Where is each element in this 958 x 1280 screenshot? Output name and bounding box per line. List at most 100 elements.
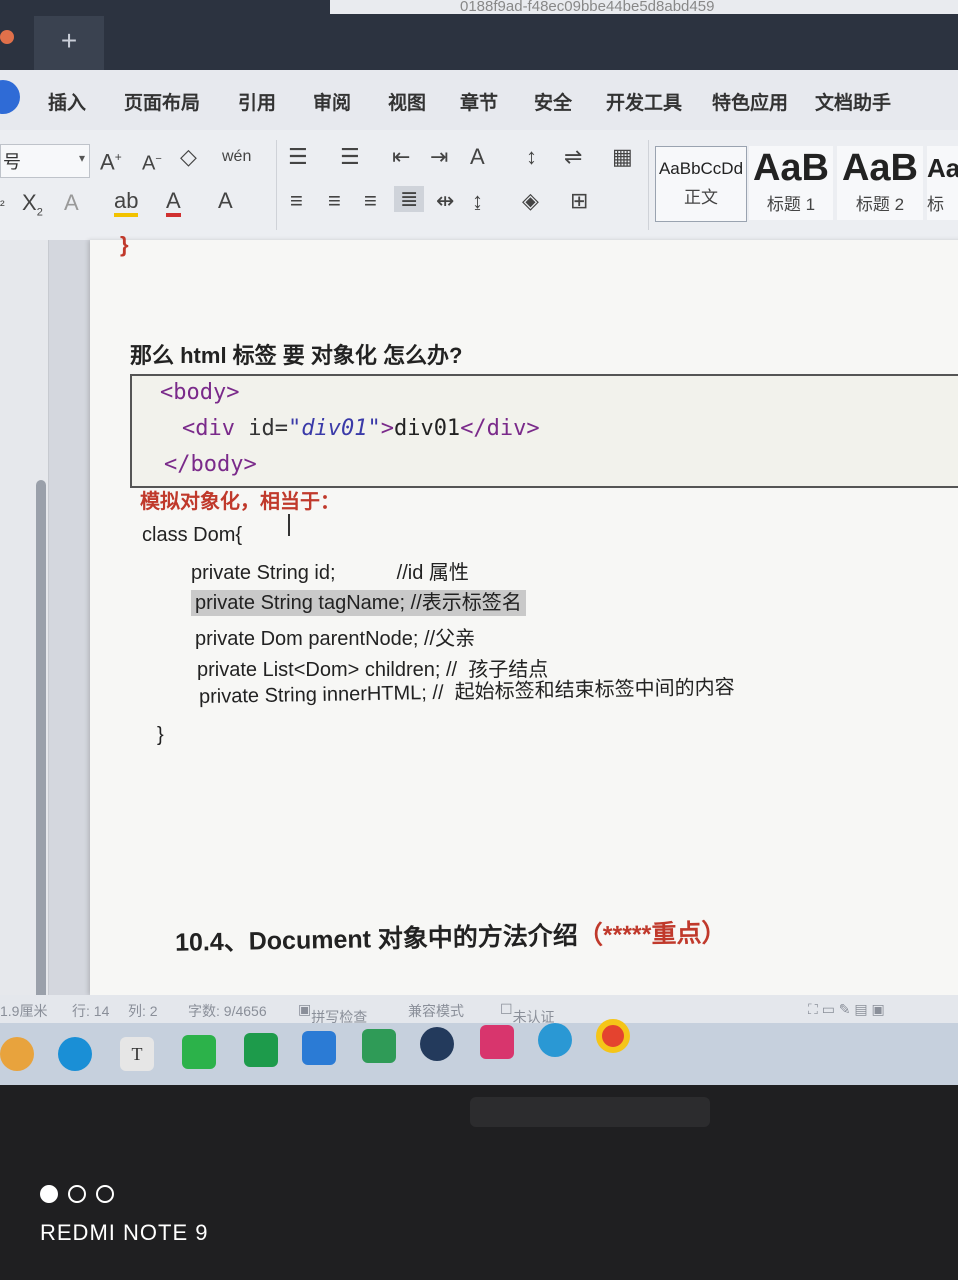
- code-attr-value: "div01": [287, 416, 381, 441]
- change-case-icon[interactable]: A: [470, 144, 485, 170]
- font-size-select[interactable]: 号 ▾: [0, 144, 90, 178]
- class-declaration: class Dom{: [142, 524, 243, 546]
- distributed-align-icon[interactable]: ⇹: [436, 188, 454, 214]
- watermark-dot: [96, 1185, 114, 1203]
- class-field-parentnode: private Dom parentNode; //父亲: [195, 628, 476, 650]
- menu-review[interactable]: 审阅: [313, 88, 351, 115]
- status-line: 行: 14: [72, 1003, 110, 1019]
- subscript-icon[interactable]: X2: [22, 190, 43, 225]
- style-normal[interactable]: AaBbCcDd 正文: [655, 146, 747, 222]
- navigation-pane: [0, 240, 49, 1085]
- spell-check-button[interactable]: ▣ 拼写检查: [298, 1001, 367, 1025]
- watermark-dot: [68, 1185, 86, 1203]
- highlight-icon[interactable]: ab: [114, 188, 139, 217]
- typora-icon[interactable]: T: [120, 1037, 154, 1071]
- decrease-font-icon[interactable]: A−: [142, 146, 162, 177]
- style-heading-2[interactable]: AaB 标题 2: [837, 146, 923, 220]
- borders-icon[interactable]: ⊞: [570, 188, 588, 214]
- style-sample: AaB: [752, 147, 830, 189]
- code-body-open: <body>: [160, 380, 240, 405]
- class-field-id: private String id; //id 属性: [191, 562, 469, 584]
- shading-icon[interactable]: ◈: [522, 188, 539, 214]
- style-caption: 正文: [684, 188, 718, 207]
- title-bar: 0188f9ad-f48ec09bbe44be5d8abd459 +: [0, 0, 958, 70]
- menu-security[interactable]: 安全: [534, 88, 572, 115]
- code-attr: id=: [248, 416, 288, 441]
- style-caption: 标题 2: [855, 195, 905, 214]
- camera-watermark-dots: [40, 1185, 124, 1208]
- table-border-icon[interactable]: ▦: [612, 144, 633, 170]
- wps-app-icon[interactable]: [0, 80, 20, 114]
- code-block: <body> <div id="div01">div01</div> </bod…: [130, 374, 958, 488]
- menu-page-layout[interactable]: 页面布局: [124, 88, 200, 115]
- simulation-note: 模拟对象化，相当于：: [140, 491, 340, 513]
- style-heading-1[interactable]: AaB 标题 1: [749, 146, 833, 220]
- laptop-screen: 0188f9ad-f48ec09bbe44be5d8abd459 + 插入 页面…: [0, 0, 958, 1085]
- menu-insert[interactable]: 插入: [48, 88, 86, 115]
- increase-font-icon[interactable]: A+: [100, 144, 122, 175]
- chevron-down-icon: ▾: [78, 151, 85, 165]
- tab-close-dot[interactable]: [0, 30, 14, 44]
- section-emphasis: （*****重点）: [577, 919, 727, 950]
- code-line-3: </body>: [164, 452, 257, 477]
- font-color-icon[interactable]: A: [166, 188, 181, 217]
- char-shading-icon[interactable]: A: [218, 188, 233, 214]
- auth-button[interactable]: ☐ 未认证: [500, 1001, 555, 1025]
- clear-format-icon[interactable]: ◇: [180, 144, 197, 170]
- justify-icon[interactable]: ≣: [394, 186, 425, 212]
- paragraph-spacing-icon[interactable]: ↨: [472, 188, 483, 214]
- idea-icon[interactable]: [480, 1025, 514, 1059]
- edge-icon[interactable]: [58, 1037, 92, 1071]
- chrome-icon[interactable]: [596, 1019, 630, 1053]
- status-word-count[interactable]: 字数: 9/4656: [188, 1001, 267, 1021]
- style-sample: AaBbCcDd: [658, 159, 744, 178]
- class-field-tagname-wrap: private String tagName; //表示标签名: [191, 586, 526, 616]
- text-effect-icon[interactable]: A: [64, 190, 79, 216]
- vscode-icon[interactable]: [302, 1031, 336, 1065]
- code-bracket: >: [380, 416, 394, 441]
- menu-view[interactable]: 视图: [388, 88, 426, 115]
- document-tab[interactable]: 0188f9ad-f48ec09bbe44be5d8abd459: [330, 0, 958, 14]
- font-size-value: 号: [3, 152, 21, 172]
- ribbon-divider: [648, 140, 649, 230]
- menu-bar: 插入 页面布局 引用 审阅 视图 章节 安全 开发工具 特色应用 文档助手: [0, 70, 958, 130]
- watermark-dot: [40, 1185, 58, 1203]
- wechat-icon[interactable]: [182, 1035, 216, 1069]
- qq-icon[interactable]: [362, 1029, 396, 1063]
- status-column: 列: 2: [128, 1003, 158, 1019]
- ribbon-toolbar: 号 ▾ A+ A− ◇ wén ² X2 A ab A A ☰ ☰ ⇤ ⇥ A …: [0, 130, 958, 241]
- menu-chapter[interactable]: 章节: [460, 88, 498, 115]
- bezel-logo: [470, 1097, 710, 1127]
- align-left-icon[interactable]: ≡: [290, 188, 303, 214]
- code-line-2: <div id="div01">div01</div>: [182, 416, 540, 441]
- align-center-icon[interactable]: ≡: [328, 188, 341, 214]
- menu-references[interactable]: 引用: [238, 88, 276, 115]
- camera-watermark: REDMI NOTE 9: [40, 1220, 209, 1245]
- code-div-open: <div: [182, 416, 249, 441]
- new-tab-button[interactable]: +: [34, 16, 104, 70]
- increase-indent-icon[interactable]: ⇥: [430, 144, 448, 170]
- style-caption: 标: [927, 195, 944, 214]
- numbered-list-icon[interactable]: ☰: [340, 144, 360, 170]
- selected-text[interactable]: private String tagName; //表示标签名: [191, 590, 526, 616]
- bullet-list-icon[interactable]: ☰: [288, 144, 308, 170]
- style-heading-3[interactable]: Aa 标: [927, 146, 958, 220]
- decrease-indent-icon[interactable]: ⇤: [392, 144, 410, 170]
- pycharm-icon[interactable]: [244, 1033, 278, 1067]
- code-text: div01: [393, 416, 461, 441]
- windows-icon[interactable]: [0, 1037, 34, 1071]
- menu-featured-apps[interactable]: 特色应用: [712, 88, 788, 115]
- edge-dev-icon[interactable]: [538, 1023, 572, 1057]
- phonetic-guide-icon[interactable]: wén: [222, 144, 251, 170]
- qq-penguin-icon[interactable]: [420, 1027, 454, 1061]
- class-closing-brace: }: [157, 724, 164, 746]
- menu-developer-tools[interactable]: 开发工具: [606, 88, 682, 115]
- align-right-icon[interactable]: ≡: [364, 188, 377, 214]
- text-cursor: [288, 514, 290, 536]
- menu-document-assistant[interactable]: 文档助手: [815, 88, 891, 115]
- sort-icon[interactable]: ↕: [526, 144, 537, 170]
- status-position: 1.9厘米: [0, 1003, 48, 1019]
- view-mode-icons[interactable]: ⛶ ▭ ✎ ▤ ▣: [808, 1001, 885, 1018]
- line-spacing-icon[interactable]: ⇌: [564, 144, 582, 170]
- superscript-icon[interactable]: ²: [0, 192, 5, 218]
